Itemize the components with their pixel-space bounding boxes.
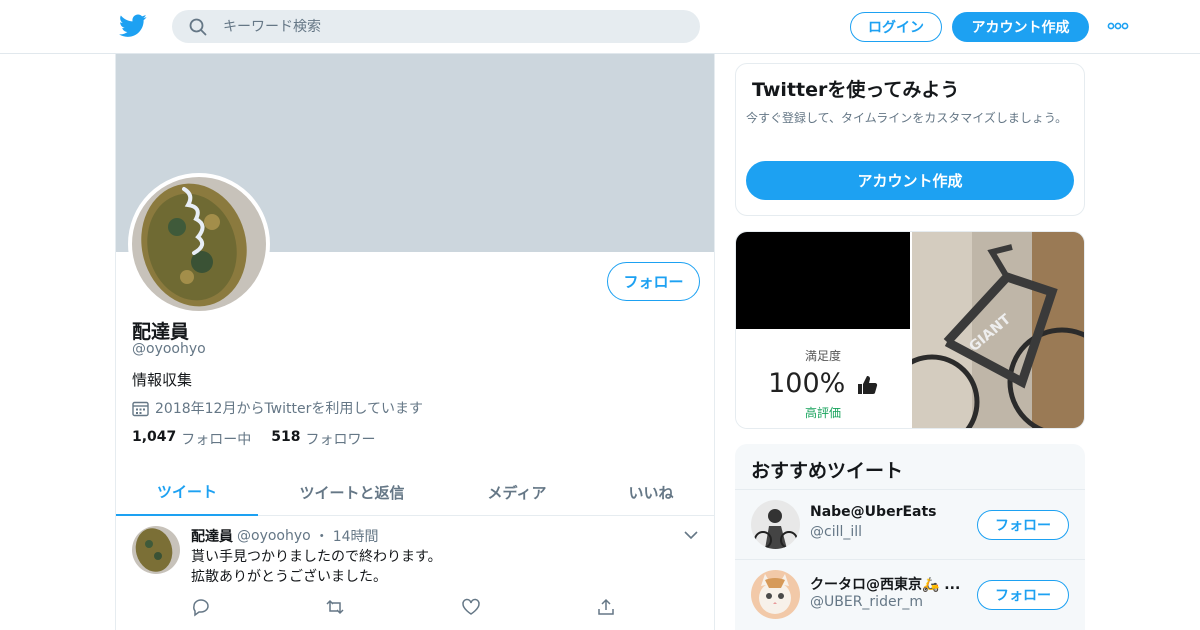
recommended-user-handle[interactable]: @cill_ill xyxy=(810,524,862,540)
following-count[interactable]: 1,047 xyxy=(132,429,176,449)
profile-avatar[interactable] xyxy=(128,173,270,315)
twitter-logo-icon[interactable] xyxy=(119,13,147,39)
following-label[interactable]: フォロー中 xyxy=(181,429,251,449)
top-bar: ログイン アカウント作成 xyxy=(0,0,1200,54)
chevron-down-icon[interactable] xyxy=(684,530,698,540)
profile-bio: 情報収集 xyxy=(132,371,193,389)
bicycle-photo: GIANT xyxy=(884,232,1084,428)
recommended-user[interactable]: Nabe@UberEats @cill_ill フォロー xyxy=(735,489,1085,559)
rating-panel: 満足度 100% 高評価 xyxy=(736,232,910,428)
rating-label: 満足度 xyxy=(804,349,841,363)
recommended-user-handle[interactable]: @UBER_rider_m xyxy=(810,594,923,610)
signup-card-title: Twitterを使ってみよう xyxy=(752,79,960,101)
tweet-separator: ・ xyxy=(314,529,329,545)
recommended-user-name[interactable]: クータロ@西東京🛵 ... xyxy=(810,574,970,594)
followers-count[interactable]: 518 xyxy=(271,429,300,449)
signup-button[interactable]: アカウント作成 xyxy=(952,12,1089,42)
tweet-item[interactable]: 配達員 @oyoohyo ・ 14時間 貰い手見つかりましたので終わります。 拡… xyxy=(116,517,714,630)
tweet-author-handle[interactable]: @oyoohyo xyxy=(237,528,311,544)
like-icon[interactable] xyxy=(461,597,481,617)
tab-likes[interactable]: いいね xyxy=(611,468,691,516)
signup-card-description: 今すぐ登録して、タイムラインをカスタマイズしましょう。 xyxy=(746,111,1068,125)
tweet-text: 貰い手見つかりましたので終わります。 拡散ありがとうございました。 xyxy=(191,547,442,587)
signup-card: Twitterを使ってみよう 今すぐ登録して、タイムラインをカスタマイズしましょ… xyxy=(735,63,1085,216)
profile-tabs: ツイート ツイートと返信 メディア いいね xyxy=(116,468,714,516)
profile-stats: 1,047 フォロー中 518 フォロワー xyxy=(132,429,396,449)
avatar-image xyxy=(751,500,800,549)
more-options-icon[interactable] xyxy=(1107,22,1129,30)
search-bar[interactable] xyxy=(172,10,700,43)
tab-tweets-replies[interactable]: ツイートと返信 xyxy=(288,468,416,516)
profile-joined: 2018年12月からTwitterを利用しています xyxy=(132,398,423,418)
tweet-author-name[interactable]: 配達員 xyxy=(191,526,233,546)
media-card[interactable]: 満足度 100% 高評価 GIANT xyxy=(735,231,1085,429)
tweet-avatar-image xyxy=(132,526,180,574)
profile-column: フォロー 配達員 @oyoohyo 情報収集 2018年12月からTwitter… xyxy=(115,54,715,630)
recommended-title: おすすめツイート xyxy=(751,460,904,482)
recommended-user[interactable]: クータロ@西東京🛵 ... @UBER_rider_m フォロー xyxy=(735,559,1085,629)
rating-sub-label: 高評価 xyxy=(804,406,841,420)
search-icon xyxy=(189,18,207,36)
bicycle-image: GIANT xyxy=(884,232,1084,428)
avatar-food-image xyxy=(132,177,266,311)
media-black-image xyxy=(736,232,910,329)
search-input[interactable] xyxy=(223,10,683,43)
calendar-icon xyxy=(132,401,149,416)
rating-value: 100% xyxy=(736,368,910,399)
tweet-header: 配達員 @oyoohyo ・ 14時間 xyxy=(191,526,379,546)
login-button[interactable]: ログイン xyxy=(850,12,942,42)
share-icon[interactable] xyxy=(596,597,616,617)
follow-button[interactable]: フォロー xyxy=(607,262,700,301)
tab-media[interactable]: メディア xyxy=(471,468,563,516)
reply-icon[interactable] xyxy=(191,597,211,617)
rating-value-text: 100% xyxy=(768,368,846,399)
tweet-text-line: 拡散ありがとうございました。 xyxy=(191,569,387,585)
recommended-avatar[interactable] xyxy=(751,500,800,549)
signup-card-button[interactable]: アカウント作成 xyxy=(746,161,1074,200)
recommended-avatar[interactable] xyxy=(751,570,800,619)
recommended-follow-button[interactable]: フォロー xyxy=(977,510,1069,540)
tweet-actions xyxy=(191,597,621,617)
joined-text: 2018年12月からTwitterを利用しています xyxy=(155,401,423,417)
retweet-icon[interactable] xyxy=(325,597,345,617)
tweet-time[interactable]: 14時間 xyxy=(333,526,379,546)
followers-label[interactable]: フォロワー xyxy=(306,429,376,449)
tab-tweets[interactable]: ツイート xyxy=(116,468,258,516)
tweet-text-line: 貰い手見つかりましたので終わります。 xyxy=(191,549,442,565)
recommended-user-name[interactable]: Nabe@UberEats xyxy=(810,504,970,520)
thumbs-up-icon xyxy=(857,375,878,394)
avatar-image xyxy=(751,570,800,619)
tweet-avatar[interactable] xyxy=(132,526,180,574)
profile-name: 配達員 xyxy=(132,321,190,343)
profile-handle: @oyoohyo xyxy=(132,341,206,357)
recommended-follow-button[interactable]: フォロー xyxy=(977,580,1069,610)
recommended-card: おすすめツイート Nabe@UberEats @cill_ill フォロー クー… xyxy=(735,444,1085,630)
